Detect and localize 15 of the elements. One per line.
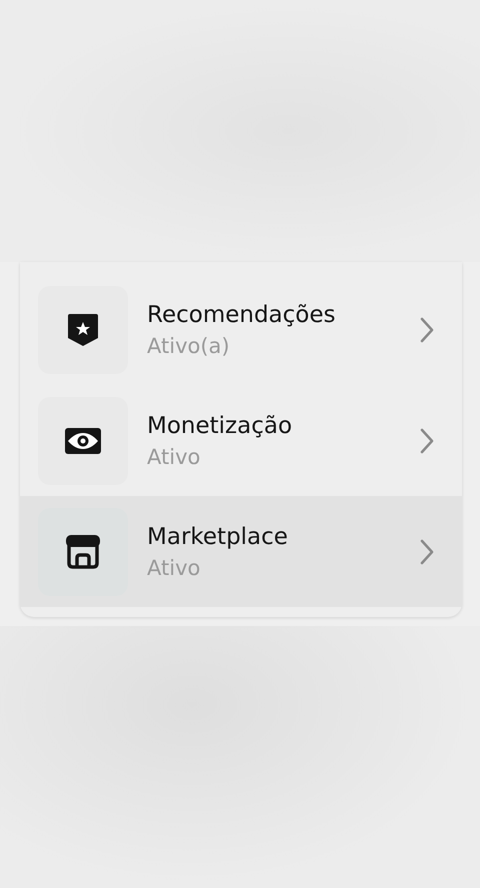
chevron-right-icon <box>420 428 434 454</box>
item-title: Marketplace <box>147 522 289 552</box>
item-status: Ativo <box>147 444 202 470</box>
list-item[interactable]: Marketplace Ativo <box>20 496 462 607</box>
shield-star-icon <box>67 312 99 348</box>
list-item[interactable]: Recomendações Ativo(a) <box>20 274 462 385</box>
item-status: Ativo <box>147 554 202 582</box>
storefront-icon <box>66 534 100 568</box>
chevron-right-icon <box>420 316 434 342</box>
item-status: Ativo(a) <box>147 332 231 360</box>
item-title: Monetização <box>147 412 294 440</box>
banknote-icon <box>65 428 101 454</box>
item-title: Recomendações <box>147 300 336 330</box>
chevron-right-icon <box>420 538 434 564</box>
list-item[interactable]: Monetização Ativo <box>20 385 462 496</box>
